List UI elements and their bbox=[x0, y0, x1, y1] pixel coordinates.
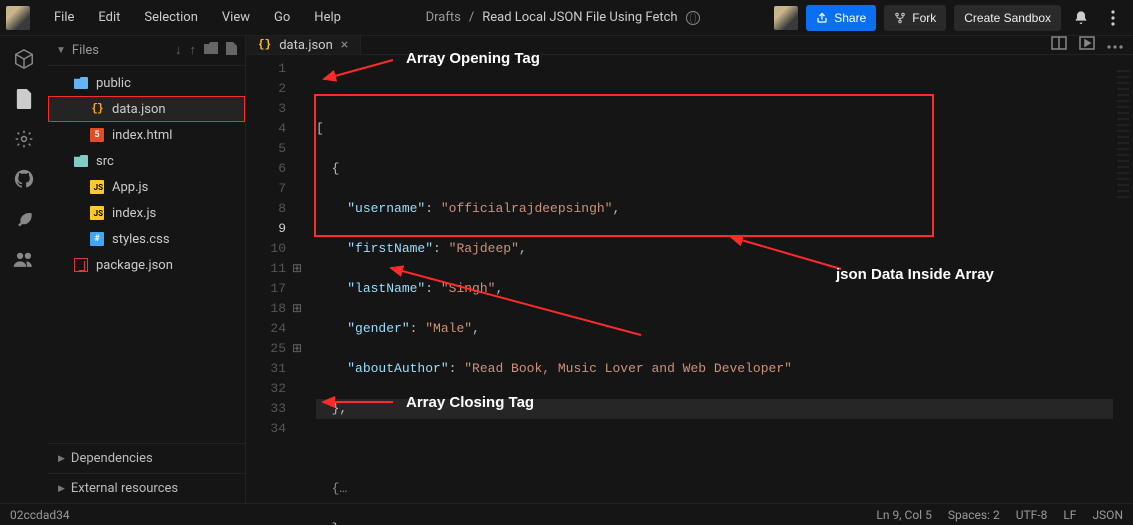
chevron-right-icon: ▶ bbox=[58, 454, 65, 464]
tab-bar: {} data.json × bbox=[246, 36, 1133, 55]
breadcrumb-sep: / bbox=[469, 10, 474, 25]
css-file-icon bbox=[90, 232, 104, 246]
close-icon[interactable]: × bbox=[341, 37, 348, 53]
file-index-js[interactable]: index.js bbox=[48, 200, 245, 226]
file-icon[interactable] bbox=[13, 88, 35, 110]
fold-expand-icon[interactable]: ⊞ bbox=[292, 339, 302, 359]
file-label: App.js bbox=[112, 180, 148, 195]
new-folder-icon[interactable] bbox=[204, 42, 218, 59]
settings-gear-icon[interactable] bbox=[13, 128, 35, 150]
folder-public[interactable]: public bbox=[48, 70, 245, 96]
status-hash[interactable]: 02ccdad34 bbox=[10, 508, 70, 522]
file-label: index.js bbox=[112, 206, 156, 221]
explorer-cube-icon[interactable] bbox=[13, 48, 35, 70]
globe-icon[interactable] bbox=[686, 11, 700, 25]
menu-edit[interactable]: Edit bbox=[88, 4, 130, 31]
notifications-icon[interactable] bbox=[1069, 10, 1093, 26]
menu-help[interactable]: Help bbox=[304, 4, 351, 31]
more-icon[interactable] bbox=[1101, 10, 1125, 26]
file-label: data.json bbox=[112, 102, 166, 117]
github-icon[interactable] bbox=[13, 168, 35, 190]
section-label: Dependencies bbox=[71, 451, 153, 466]
sidebar-section-dependencies[interactable]: ▶ Dependencies bbox=[48, 443, 245, 473]
folder-label: public bbox=[96, 76, 131, 91]
menu-selection[interactable]: Selection bbox=[134, 4, 207, 31]
breadcrumb: Drafts / Read Local JSON File Using Fetc… bbox=[351, 10, 774, 25]
json-file-icon bbox=[90, 102, 104, 116]
file-tree: public data.json index.html src App.js i… bbox=[48, 66, 245, 443]
download-icon[interactable]: ↓ bbox=[175, 42, 182, 59]
share-label: Share bbox=[834, 11, 866, 25]
more-horizontal-icon[interactable] bbox=[1107, 37, 1123, 53]
live-users-icon[interactable] bbox=[13, 248, 35, 270]
create-sandbox-button[interactable]: Create Sandbox bbox=[954, 5, 1061, 31]
sidebar: ▼ Files ↓ ↑ public data.json index.html … bbox=[48, 36, 246, 503]
npm-file-icon bbox=[74, 258, 88, 272]
tab-label: data.json bbox=[279, 38, 333, 53]
files-label: Files bbox=[72, 43, 175, 58]
file-styles-css[interactable]: styles.css bbox=[48, 226, 245, 252]
menu-view[interactable]: View bbox=[212, 4, 260, 31]
menu-file[interactable]: File bbox=[44, 4, 84, 31]
line-gutter: 1 2 3 4 5 6 7 8 9 10 11⊞ 17 18⊞ 24 25⊞ 3… bbox=[246, 55, 306, 525]
html-file-icon bbox=[90, 128, 104, 142]
fork-icon bbox=[894, 12, 906, 24]
editor: {} data.json × 1 2 3 4 5 6 7 8 9 bbox=[246, 36, 1133, 503]
topbar: File Edit Selection View Go Help Drafts … bbox=[0, 0, 1133, 36]
minimap[interactable] bbox=[1113, 66, 1133, 503]
code-area[interactable]: 1 2 3 4 5 6 7 8 9 10 11⊞ 17 18⊞ 24 25⊞ 3… bbox=[246, 55, 1133, 525]
fold-expand-icon[interactable]: ⊞ bbox=[292, 299, 302, 319]
fork-button[interactable]: Fork bbox=[884, 5, 946, 31]
fold-expand-icon[interactable]: ⊞ bbox=[292, 259, 302, 279]
js-file-icon bbox=[90, 206, 104, 220]
activity-bar bbox=[0, 36, 48, 503]
share-button[interactable]: Share bbox=[806, 5, 876, 31]
folder-label: src bbox=[96, 154, 114, 169]
share-icon bbox=[816, 12, 828, 24]
menu-go[interactable]: Go bbox=[264, 4, 300, 31]
topbar-actions: Share Fork Create Sandbox bbox=[774, 5, 1133, 31]
breadcrumb-drafts[interactable]: Drafts bbox=[426, 10, 461, 25]
json-file-icon: {} bbox=[258, 39, 271, 51]
folder-icon bbox=[74, 77, 88, 89]
file-label: index.html bbox=[112, 128, 172, 143]
chevron-right-icon: ▶ bbox=[58, 484, 65, 494]
fork-label: Fork bbox=[912, 11, 936, 25]
sidebar-section-external[interactable]: ▶ External resources bbox=[48, 473, 245, 503]
js-file-icon bbox=[90, 180, 104, 194]
code-body[interactable]: [ { "username": "officialrajdeepsingh", … bbox=[306, 55, 1133, 525]
sidebar-files-header[interactable]: ▼ Files ↓ ↑ bbox=[48, 36, 245, 66]
avatar[interactable] bbox=[774, 6, 798, 30]
file-label: styles.css bbox=[112, 232, 170, 247]
file-label: package.json bbox=[96, 258, 173, 273]
folder-src[interactable]: src bbox=[48, 148, 245, 174]
upload-icon[interactable]: ↑ bbox=[190, 42, 197, 59]
split-editor-icon[interactable] bbox=[1051, 36, 1067, 54]
breadcrumb-title[interactable]: Read Local JSON File Using Fetch bbox=[482, 10, 677, 25]
file-package-json[interactable]: package.json bbox=[48, 252, 245, 278]
section-label: External resources bbox=[71, 481, 178, 496]
folder-icon bbox=[74, 155, 88, 167]
file-app-js[interactable]: App.js bbox=[48, 174, 245, 200]
file-index-html[interactable]: index.html bbox=[48, 122, 245, 148]
deploy-rocket-icon[interactable] bbox=[13, 208, 35, 230]
main-area: ▼ Files ↓ ↑ public data.json index.html … bbox=[0, 36, 1133, 503]
app-logo[interactable] bbox=[0, 0, 36, 36]
tab-data-json[interactable]: {} data.json × bbox=[246, 36, 361, 54]
main-menu: File Edit Selection View Go Help bbox=[36, 4, 351, 31]
chevron-down-icon: ▼ bbox=[56, 45, 66, 56]
file-data-json[interactable]: data.json bbox=[48, 96, 245, 122]
preview-icon[interactable] bbox=[1079, 36, 1095, 54]
new-file-icon[interactable] bbox=[226, 42, 237, 59]
